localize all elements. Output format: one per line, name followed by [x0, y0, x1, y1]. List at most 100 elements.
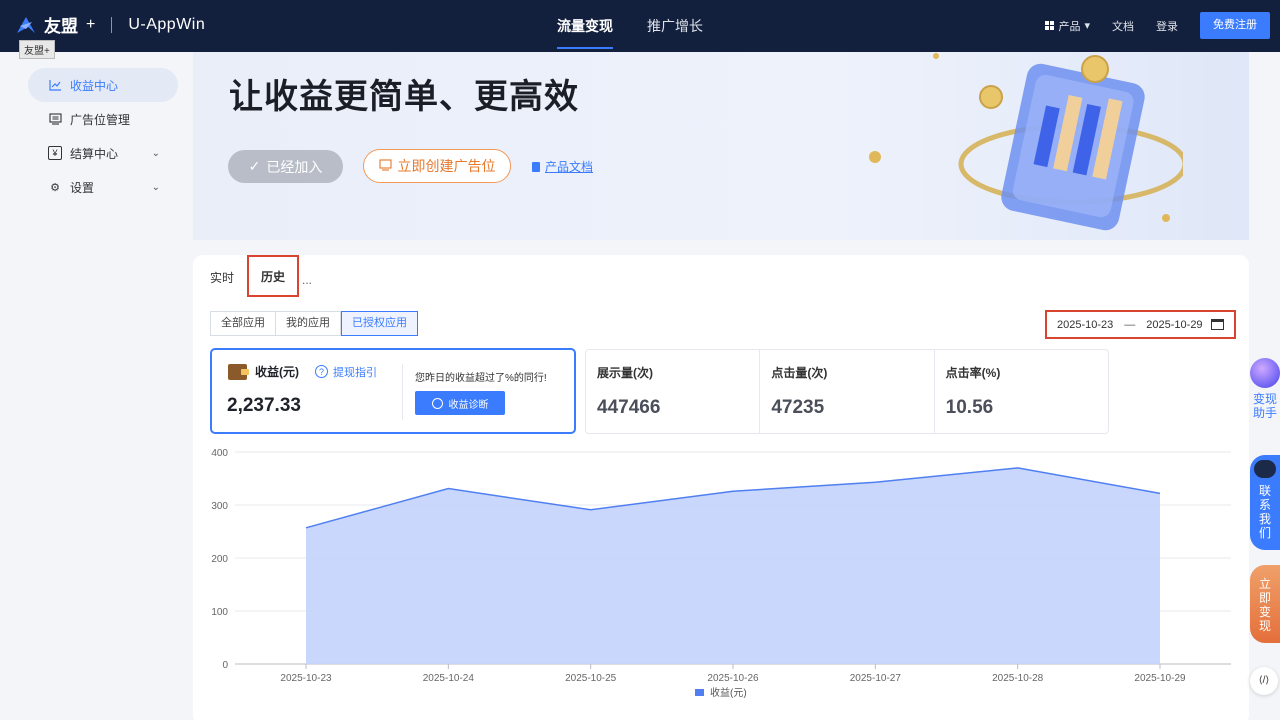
code-icon[interactable]: ⟨/⟩	[1250, 667, 1278, 695]
brand-plus: +	[86, 15, 96, 33]
filter-my-apps[interactable]: 我的应用	[276, 311, 341, 336]
logo[interactable]: 友盟 + U-AppWin	[14, 12, 205, 37]
revenue-label: 收益(元)	[255, 365, 299, 379]
create-ad-slot-button[interactable]: 立即创建广告位	[363, 149, 511, 183]
assistant-avatar-icon	[1250, 358, 1280, 388]
x-tick-label: 2025-10-28	[992, 673, 1044, 684]
product-label: 产品	[1058, 20, 1081, 33]
x-tick-label: 2025-10-26	[707, 673, 759, 684]
product-docs-link[interactable]: 产品文档	[532, 158, 593, 175]
sidebar-item-ad-slot[interactable]: 广告位管理	[28, 102, 178, 136]
sidebar-item-label: 设置	[70, 180, 95, 195]
sidebar: 收益中心 广告位管理 ¥ 结算中心 ⌄ ⚙ 设置 ⌄	[28, 68, 178, 204]
ad-slot-icon	[378, 158, 392, 174]
sidebar-item-label: 结算中心	[70, 146, 119, 161]
create-label: 立即创建广告位	[397, 158, 496, 174]
legend-swatch	[695, 689, 704, 696]
monetize-now-button[interactable]: 立即变现	[1250, 565, 1280, 643]
contact-label: 联系我们	[1259, 484, 1272, 540]
date-start[interactable]: 2025-10-23	[1057, 319, 1113, 331]
tab-history[interactable]: 历史	[247, 255, 299, 297]
series-area	[306, 467, 1160, 664]
filter-authorized-apps[interactable]: 已授权应用	[341, 311, 418, 336]
sub-brand: U-AppWin	[128, 15, 206, 33]
sidebar-item-settings[interactable]: ⚙ 设置 ⌄	[28, 170, 178, 204]
login-link[interactable]: 登录	[1156, 18, 1178, 34]
calendar-icon[interactable]	[1210, 319, 1224, 330]
revenue-value: 2,237.33	[227, 395, 301, 416]
question-icon: ?	[315, 365, 328, 378]
x-tick-label: 2025-10-29	[1134, 673, 1186, 684]
joined-label: 已经加入	[266, 158, 323, 175]
app-filter: 全部应用 我的应用 已授权应用	[210, 311, 418, 336]
logo-tooltip: 友盟+	[19, 40, 55, 59]
diagnose-icon	[431, 397, 443, 409]
contact-us-button[interactable]: 联系我们	[1250, 455, 1280, 550]
x-tick-label: 2025-10-24	[423, 673, 475, 684]
register-button[interactable]: 免费注册	[1200, 12, 1270, 39]
nav-traffic-monetize[interactable]: 流量变现	[540, 0, 630, 52]
sidebar-item-settlement[interactable]: ¥ 结算中心 ⌄	[28, 136, 178, 170]
metric-ctr: 点击率(%) 10.56	[935, 350, 1108, 433]
main-nav: 流量变现 推广增长	[540, 0, 720, 52]
product-menu[interactable]: 产品 ▾	[1045, 18, 1090, 34]
metric-clicks: 点击量(次) 47235	[760, 350, 935, 433]
diagnose-label: 收益诊断	[448, 399, 489, 411]
grid-icon	[1045, 21, 1055, 30]
y-tick-label: 200	[211, 554, 228, 565]
assistant-label: 变现助手	[1252, 392, 1277, 420]
revenue-title: 收益(元) ? 提现指引	[228, 363, 377, 380]
revenue-diagnose-button[interactable]: 收益诊断	[415, 391, 505, 415]
robot-icon	[1254, 460, 1276, 478]
metric-impressions: 展示量(次) 447466	[586, 350, 761, 433]
x-tick-label: 2025-10-25	[565, 673, 617, 684]
date-range-picker[interactable]: 2025-10-23 — 2025-10-29	[1045, 310, 1236, 339]
y-tick-label: 300	[211, 501, 228, 512]
banner-title: 让收益更简单、更高效	[229, 78, 579, 116]
book-icon	[532, 161, 540, 172]
gear-icon: ⚙	[50, 181, 60, 194]
monetize-assistant-button[interactable]: 变现助手	[1250, 358, 1280, 428]
sidebar-item-revenue-center[interactable]: 收益中心	[28, 68, 178, 102]
metric-value: 10.56	[945, 397, 994, 418]
revenue-area-chart: 0 100 200 300 400 2025-10-23 2025-10-24 2025-10…	[211, 448, 1231, 699]
monetize-now-label: 立即变现	[1259, 577, 1272, 633]
metric-label: 点击量(次)	[771, 366, 828, 380]
logo-divider	[111, 16, 113, 33]
x-tick-label: 2025-10-23	[280, 673, 332, 684]
divider	[402, 364, 403, 420]
withdraw-guide-link[interactable]: ? 提现指引	[315, 364, 377, 380]
wallet-icon	[228, 363, 249, 380]
top-navbar: 友盟 + U-AppWin 友盟+ 流量变现 推广增长 产品 ▾ 文档 登录 免…	[0, 0, 1280, 59]
joined-button[interactable]: ✓ 已经加入	[228, 150, 343, 183]
metrics-group: 展示量(次) 447466 点击量(次) 47235 点击率(%) 10.56	[585, 349, 1109, 434]
x-tick-label: 2025-10-27	[850, 673, 902, 684]
chevron-down-icon: ⌄	[151, 181, 160, 193]
y-tick-label: 0	[222, 660, 228, 671]
metric-value: 447466	[597, 397, 661, 418]
hero-banner: 让收益更简单、更高效 ✓ 已经加入 立即创建广告位 产品文档	[193, 52, 1249, 240]
banner-illustration	[869, 53, 1183, 231]
caret-down-icon: ▾	[1084, 20, 1090, 32]
nav-right: 产品 ▾ 文档 登录 免费注册	[1045, 12, 1270, 39]
tab-more[interactable]: ...	[302, 273, 312, 287]
y-tick-label: 100	[211, 607, 228, 618]
doc-label: 产品文档	[545, 160, 594, 174]
metric-label: 展示量(次)	[597, 366, 653, 380]
sidebar-item-label: 收益中心	[70, 78, 119, 93]
guide-label: 提现指引	[333, 366, 377, 379]
logo-icon	[17, 16, 35, 33]
docs-link[interactable]: 文档	[1112, 18, 1134, 34]
brand-name: 友盟	[44, 17, 78, 36]
revenue-card: 收益(元) ? 提现指引 2,237.33 您昨日的收益超过了%的同行! 收益诊…	[210, 348, 576, 434]
check-icon: ✓	[248, 158, 261, 174]
date-end[interactable]: 2025-10-29	[1146, 319, 1202, 331]
chart-line-icon	[48, 78, 62, 92]
yen-icon: ¥	[48, 146, 62, 160]
filter-all-apps[interactable]: 全部应用	[210, 311, 276, 336]
revenue-note: 您昨日的收益超过了%的同行!	[415, 373, 547, 384]
tab-realtime[interactable]: 实时	[210, 269, 234, 286]
legend-label: 收益(元)	[710, 686, 747, 699]
nav-promotion-growth[interactable]: 推广增长	[630, 0, 720, 52]
chevron-down-icon: ⌄	[151, 147, 160, 159]
